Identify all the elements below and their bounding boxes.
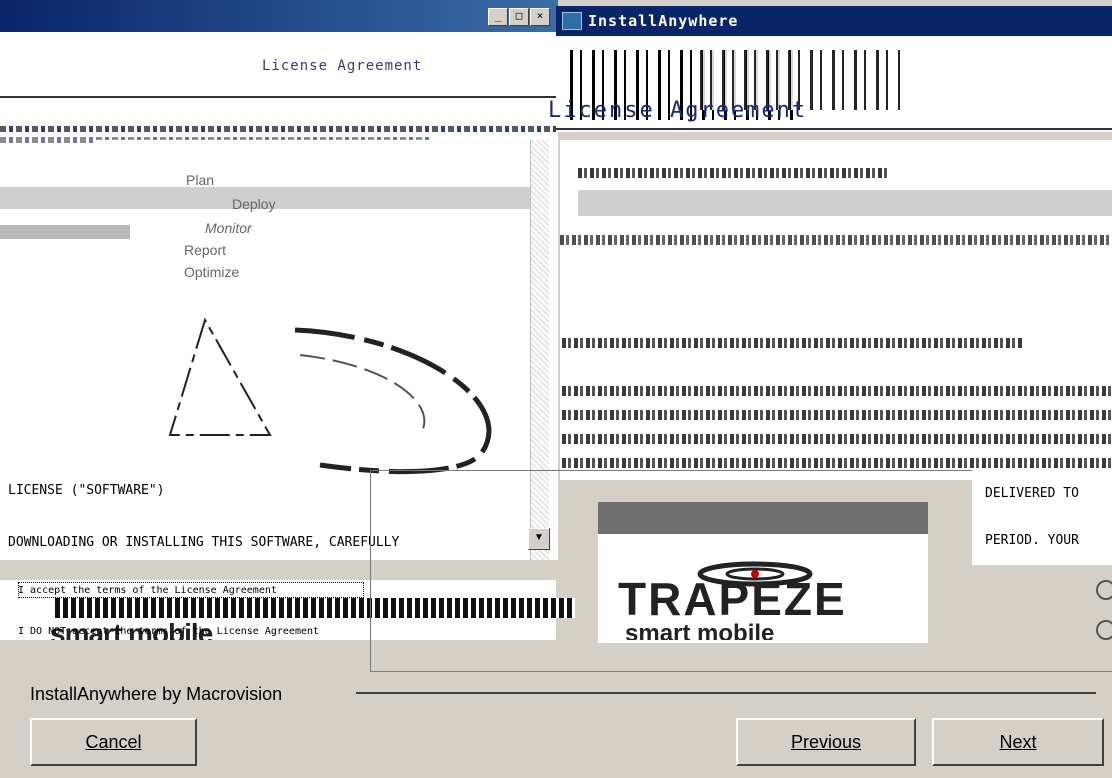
background-window-titlebar <box>0 0 558 32</box>
next-button[interactable]: Next <box>932 718 1104 766</box>
graphic-step-label: Deploy <box>232 196 276 212</box>
orbit-swoosh-graphic <box>168 317 492 475</box>
glitch-text-line <box>562 338 1022 348</box>
glitch-text-line <box>562 410 1112 420</box>
glitch-text-line <box>562 458 1112 468</box>
glitch-text-line <box>562 386 1112 396</box>
previous-button[interactable]: Previous <box>736 718 916 766</box>
installanywhere-app-icon <box>562 12 582 30</box>
trapeze-logo-tagline: smart mobile <box>625 620 775 647</box>
license-text-line: LICENSE ("SOFTWARE") <box>8 483 165 498</box>
logo-panel-header-bar <box>598 502 928 534</box>
decline-radio[interactable]: I DO NOT accept the terms of the License… <box>18 626 319 637</box>
minimize-button[interactable]: _ <box>488 8 508 26</box>
next-button-label: Next <box>999 732 1037 752</box>
radio-button-icon[interactable] <box>1096 620 1112 640</box>
header-divider <box>0 96 558 98</box>
installanywhere-brand-label: InstallAnywhere by Macrovision <box>30 684 283 704</box>
glitch-text-line <box>562 434 1112 444</box>
graphic-step-label: Report <box>184 242 227 258</box>
cancel-button[interactable]: Cancel <box>30 718 197 766</box>
right-text-fragment-box <box>972 470 1112 565</box>
footer-separator <box>356 692 1096 694</box>
header-title: License Agreement <box>548 98 808 123</box>
glitch-gray-band <box>578 190 1112 216</box>
logo-bottom-edge <box>598 640 928 643</box>
glitch-text-line <box>560 235 1112 245</box>
license-text-fragment: PERIOD. YOUR <box>985 533 1079 548</box>
graphic-step-label: Optimize <box>184 264 240 280</box>
glitch-text-line <box>578 168 888 178</box>
accept-radio[interactable]: I accept the terms of the License Agreem… <box>18 585 277 596</box>
close-button[interactable]: × <box>530 8 550 26</box>
trapeze-logo-text: TRAPEZE <box>618 573 847 625</box>
previous-button-label: Previous <box>790 732 862 752</box>
glitch-gray-band <box>0 225 130 239</box>
radio-button-icon[interactable] <box>1096 580 1112 600</box>
window-title: InstallAnywhere <box>588 12 739 30</box>
glitch-artifact <box>0 126 558 132</box>
header-divider <box>556 128 1112 130</box>
cancel-button-label: Cancel <box>85 732 142 752</box>
graphic-step-label: Plan <box>186 172 215 188</box>
maximize-button[interactable]: □ <box>509 8 529 26</box>
background-header-title: License Agreement <box>262 58 423 74</box>
license-text-line: DOWNLOADING OR INSTALLING THIS SOFTWARE,… <box>8 535 400 550</box>
graphic-step-label: Monitor <box>205 220 252 236</box>
license-text-fragment: DELIVERED TO <box>985 486 1079 501</box>
